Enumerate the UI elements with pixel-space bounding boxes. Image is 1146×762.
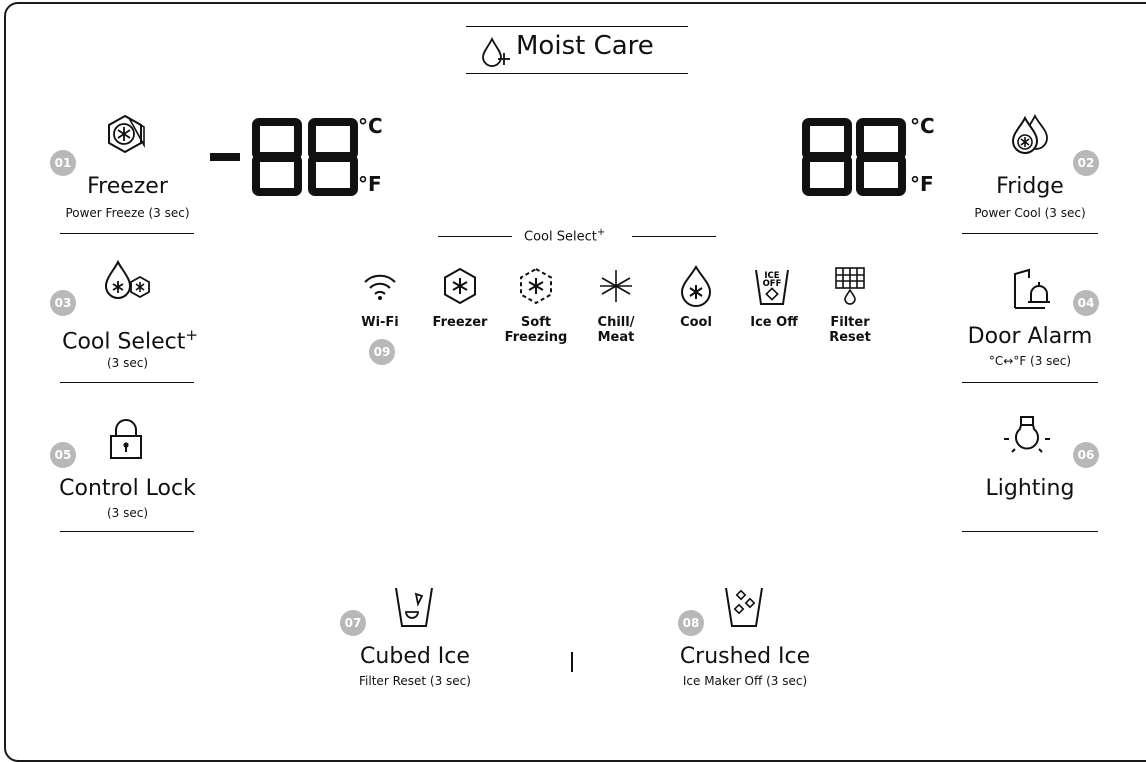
fridge-number-badge: 02	[1073, 150, 1099, 176]
control-lock-number-badge: 05	[50, 442, 76, 468]
lighting-divider	[962, 531, 1098, 532]
mode-label-ice-off: Ice Off	[750, 315, 798, 330]
chill-meat-icon	[600, 270, 632, 302]
cool-select-number-badge: 03	[50, 290, 76, 316]
fridge-unit-celsius: °C	[910, 114, 935, 138]
cubed-ice-button-label: Cubed Ice	[360, 644, 470, 669]
cubed-ice-number-badge: 07	[340, 610, 366, 636]
cool-drop-icon	[680, 265, 712, 307]
freezer-hex-icon	[108, 114, 145, 154]
cool-select-icon	[104, 259, 150, 299]
door-alarm-button[interactable]: 04 Door Alarm °C↔°F (3 sec)	[955, 268, 1105, 382]
moist-care-title: Moist Care	[466, 26, 688, 74]
cubed-ice-button[interactable]: 07 Cubed Ice Filter Reset (3 sec)	[330, 584, 500, 694]
mode-label-chill-meat: Chill/Meat	[597, 315, 635, 345]
door-alarm-button-label: Door Alarm	[967, 324, 1093, 349]
freezer-number-badge: 01	[50, 150, 76, 176]
cool-select-button[interactable]: 03 Cool Select+ (3 sec)	[40, 258, 215, 382]
crushed-ice-button[interactable]: 08 Crushed Ice Ice Maker Off (3 sec)	[660, 584, 830, 694]
control-lock-button-label: Control Lock	[59, 476, 196, 501]
freezer-button-sub: Power Freeze (3 sec)	[65, 206, 190, 220]
bulb-icon	[1004, 416, 1050, 453]
cool-select-bar-right-line	[632, 236, 716, 237]
fridge-button-sub: Power Cool (3 sec)	[974, 206, 1086, 220]
freezer-button[interactable]: 01 Freezer Power Freeze (3 sec)	[40, 112, 210, 236]
fridge-temperature-display	[802, 118, 906, 196]
fridge-button-label: Fridge	[996, 174, 1064, 199]
ice-off-icon: ICE OFF	[755, 269, 789, 305]
control-lock-divider	[60, 531, 194, 532]
cool-select-bar-left-line	[438, 236, 512, 237]
moist-drop-plus-icon	[482, 36, 510, 67]
mode-label-wifi: Wi-Fi	[361, 315, 399, 330]
cool-select-divider	[60, 382, 194, 383]
fridge-button[interactable]: 02 Fridge Power Cool (3 sec)	[955, 112, 1105, 236]
wifi-number-badge: 09	[369, 339, 395, 365]
freezer-unit-fahrenheit: °F	[358, 172, 382, 196]
fridge-drops-icon	[1011, 113, 1048, 154]
door-alarm-divider	[962, 382, 1098, 383]
door-alarm-number-badge: 04	[1073, 290, 1099, 316]
cubed-ice-cup-icon	[395, 587, 433, 627]
mode-label-soft-freezing: Soft Freezing	[504, 315, 568, 345]
freezer-divider	[60, 233, 194, 234]
crushed-ice-button-sub: Ice Maker Off (3 sec)	[682, 674, 808, 688]
door-alarm-icon	[1014, 268, 1050, 309]
freezer-button-label: Freezer	[87, 174, 168, 199]
filter-reset-icon	[835, 267, 865, 305]
lighting-number-badge: 06	[1073, 442, 1099, 468]
cool-select-button-sub: (3 sec)	[106, 356, 149, 370]
freezer-mode-icon	[444, 267, 476, 305]
crushed-ice-button-label: Crushed Ice	[679, 644, 811, 669]
freezer-unit-celsius: °C	[358, 114, 383, 138]
fridge-divider	[962, 233, 1098, 234]
mode-label-filter-reset: Filter Reset	[829, 315, 871, 345]
ice-buttons-separator	[571, 652, 573, 672]
door-alarm-button-sub: °C↔°F (3 sec)	[988, 354, 1072, 368]
crushed-ice-number-badge: 08	[678, 610, 704, 636]
wifi-icon	[364, 274, 396, 300]
cool-select-bar-label: Cool Select+	[524, 227, 606, 245]
crushed-ice-cup-icon	[725, 587, 763, 627]
mode-label-freezer: Freezer	[432, 315, 488, 330]
mode-label-cool: Cool	[680, 315, 712, 330]
soft-freezing-icon	[520, 267, 552, 305]
fridge-unit-fahrenheit: °F	[910, 172, 934, 196]
lighting-button-label: Lighting	[985, 476, 1075, 501]
control-lock-button[interactable]: 05 Control Lock (3 sec)	[40, 418, 215, 530]
cool-select-button-label: Cool Select+	[62, 326, 198, 355]
lighting-button[interactable]: 06 Lighting	[955, 414, 1105, 530]
title-label: Moist Care	[516, 31, 654, 61]
cubed-ice-button-sub: Filter Reset (3 sec)	[359, 674, 471, 688]
lock-icon	[110, 419, 142, 459]
control-lock-button-sub: (3 sec)	[106, 506, 149, 520]
